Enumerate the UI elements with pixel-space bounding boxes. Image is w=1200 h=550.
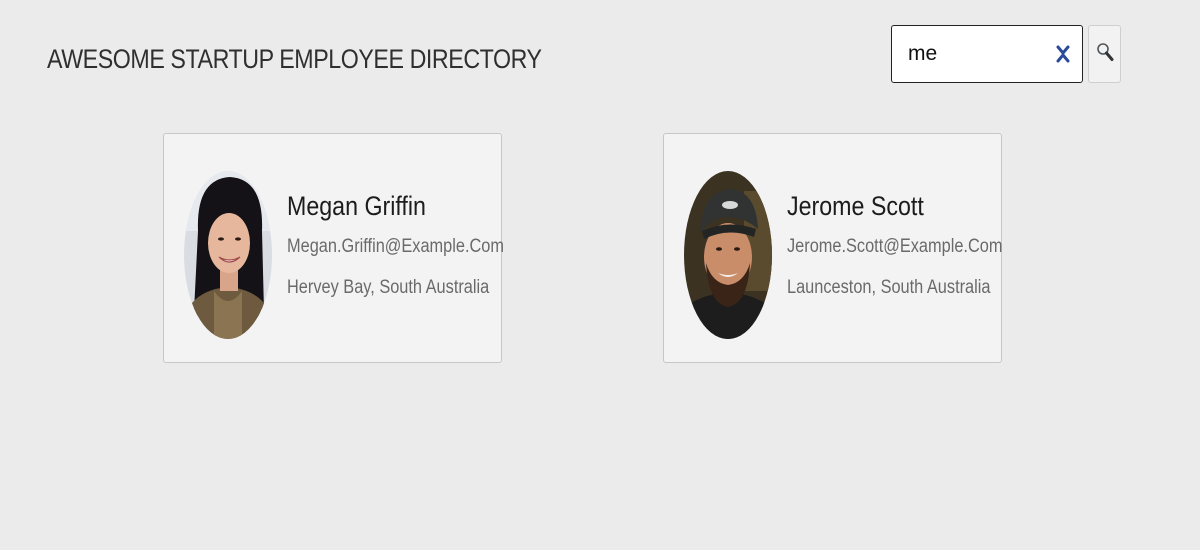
employee-name: Megan Griffin: [287, 191, 426, 221]
employee-card[interactable]: Jerome Scott Jerome.Scott@Example.Com La…: [663, 133, 1002, 363]
employee-location: Hervey Bay, South Australia: [287, 277, 490, 298]
employee-card[interactable]: Megan Griffin Megan.Griffin@Example.Com …: [163, 133, 504, 363]
search-button[interactable]: [1088, 25, 1121, 83]
employee-info: Megan Griffin Megan.Griffin@Example.Com …: [287, 190, 504, 300]
page-title: AWESOME STARTUP EMPLOYEE DIRECTORY: [47, 44, 542, 74]
close-icon[interactable]: [1054, 45, 1072, 63]
avatar: [184, 171, 272, 339]
employee-info: Jerome Scott Jerome.Scott@Example.Com La…: [787, 190, 1003, 300]
employee-name: Jerome Scott: [787, 191, 924, 221]
search-field-container: [891, 25, 1083, 83]
avatar: [684, 171, 772, 339]
employee-email: Jerome.Scott@Example.Com: [787, 236, 1003, 257]
search-input[interactable]: [908, 42, 1048, 66]
employee-email: Megan.Griffin@Example.Com: [287, 236, 504, 257]
employee-directory-page: AWESOME STARTUP EMPLOYEE DIRECTORY me Me…: [0, 0, 1200, 550]
search-form: [891, 25, 1121, 83]
employee-location: Launceston, South Australia: [787, 277, 991, 298]
search-icon: [1096, 42, 1114, 67]
